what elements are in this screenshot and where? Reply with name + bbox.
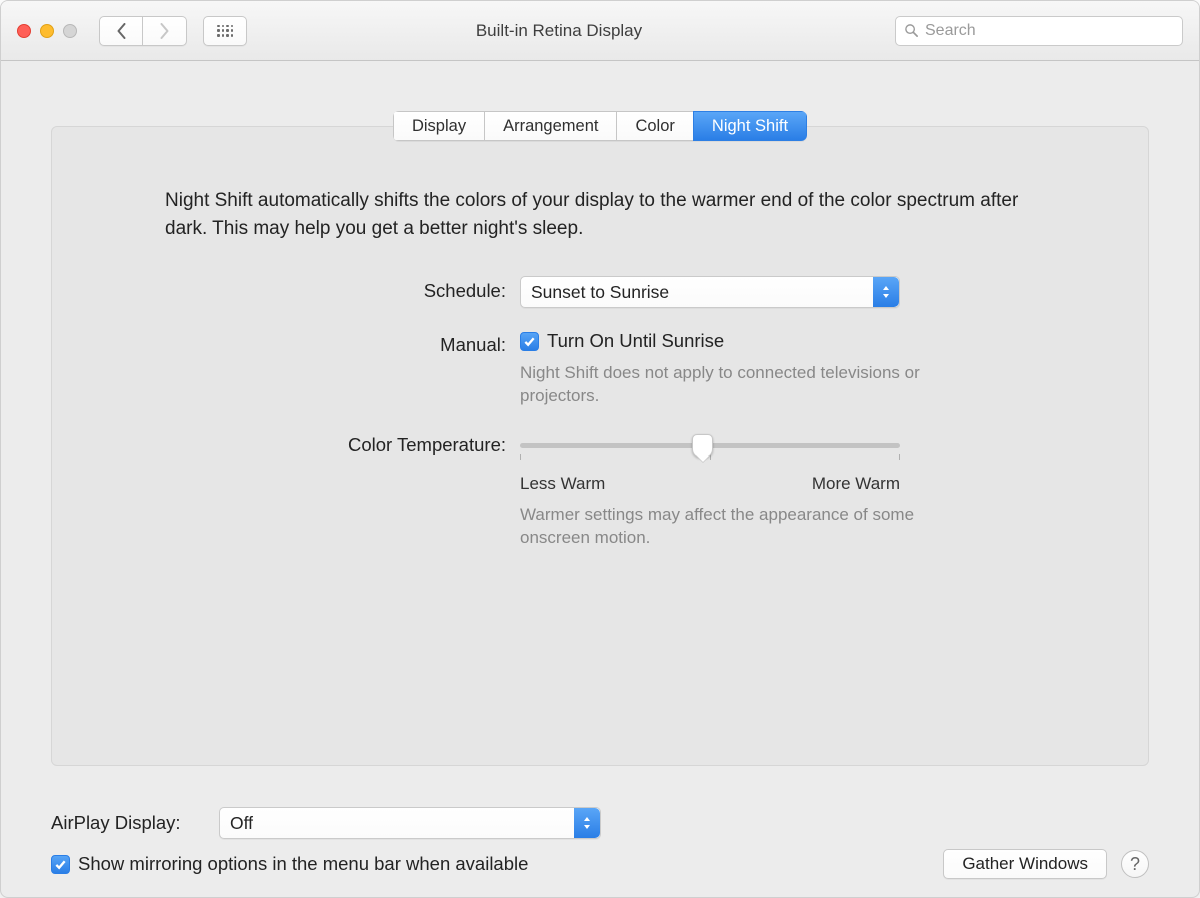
- manual-checkbox[interactable]: [520, 332, 539, 351]
- search-input[interactable]: [925, 22, 1174, 40]
- temperature-note: Warmer settings may affect the appearanc…: [520, 504, 920, 550]
- titlebar: Built-in Retina Display: [1, 1, 1199, 61]
- temperature-label: Color Temperature:: [272, 430, 520, 456]
- check-icon: [523, 335, 536, 348]
- nav-back-forward: [99, 16, 187, 46]
- help-button[interactable]: ?: [1121, 850, 1149, 878]
- grid-icon: [217, 25, 233, 37]
- forward-button: [143, 16, 187, 46]
- close-window-button[interactable]: [17, 24, 31, 38]
- schedule-popup[interactable]: Sunset to Sunrise: [520, 276, 900, 308]
- chevron-left-icon: [115, 23, 128, 39]
- show-all-button[interactable]: [203, 16, 247, 46]
- check-icon: [54, 858, 67, 871]
- airplay-label: AirPlay Display:: [51, 812, 219, 834]
- window-title: Built-in Retina Display: [263, 21, 855, 41]
- mirroring-label: Show mirroring options in the menu bar w…: [78, 853, 528, 875]
- tab-color[interactable]: Color: [616, 111, 692, 141]
- popup-stepper-icon: [873, 277, 899, 307]
- temperature-slider[interactable]: [520, 436, 900, 454]
- gather-windows-button[interactable]: Gather Windows: [943, 849, 1107, 879]
- footer-controls: AirPlay Display: Off Show mirroring opti…: [51, 807, 1149, 879]
- popup-stepper-icon: [574, 808, 600, 838]
- manual-checkbox-label: Turn On Until Sunrise: [547, 330, 724, 352]
- schedule-value: Sunset to Sunrise: [531, 282, 669, 303]
- tab-bar: Display Arrangement Color Night Shift: [51, 111, 1149, 141]
- airplay-popup[interactable]: Off: [219, 807, 601, 839]
- mirroring-checkbox[interactable]: [51, 855, 70, 874]
- airplay-value: Off: [230, 813, 253, 834]
- night-shift-panel: Night Shift automatically shifts the col…: [51, 126, 1149, 766]
- zoom-window-button: [63, 24, 77, 38]
- manual-label: Manual:: [272, 330, 520, 356]
- window-controls: [17, 24, 77, 38]
- temperature-slider-thumb[interactable]: [692, 434, 713, 458]
- intro-text: Night Shift automatically shifts the col…: [165, 187, 1035, 242]
- manual-note: Night Shift does not apply to connected …: [520, 362, 920, 408]
- temperature-min-label: Less Warm: [520, 474, 605, 494]
- content-area: Display Arrangement Color Night Shift Ni…: [1, 61, 1199, 897]
- search-icon: [904, 23, 919, 38]
- tab-display[interactable]: Display: [393, 111, 484, 141]
- tab-arrangement[interactable]: Arrangement: [484, 111, 616, 141]
- temperature-max-label: More Warm: [812, 474, 900, 494]
- tab-night-shift[interactable]: Night Shift: [693, 111, 807, 141]
- chevron-right-icon: [158, 23, 171, 39]
- search-field[interactable]: [895, 16, 1183, 46]
- schedule-label: Schedule:: [272, 276, 520, 302]
- preferences-window: Built-in Retina Display Display Arrangem…: [0, 0, 1200, 898]
- minimize-window-button[interactable]: [40, 24, 54, 38]
- back-button[interactable]: [99, 16, 143, 46]
